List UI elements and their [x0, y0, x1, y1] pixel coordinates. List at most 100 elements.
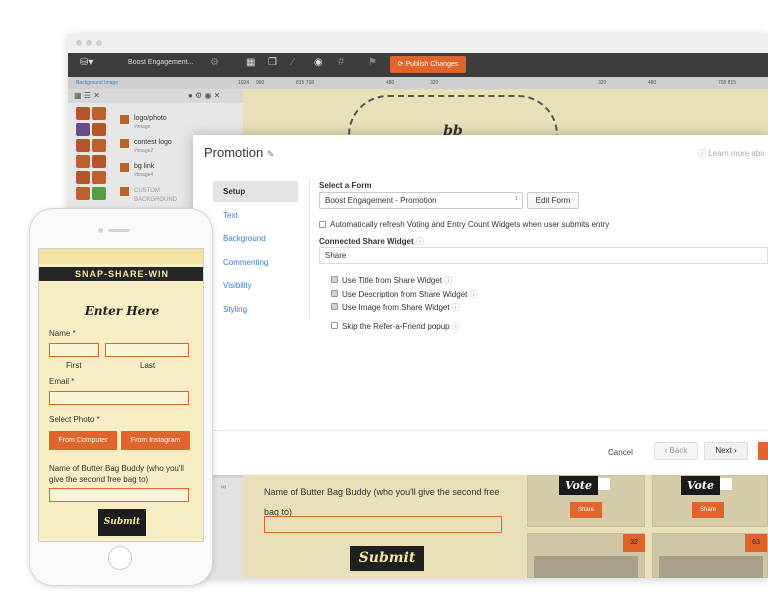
entry-photo[interactable]: 63	[652, 533, 768, 578]
speaker-icon	[108, 229, 130, 232]
entry-card[interactable]: Vote Share	[527, 475, 645, 527]
last-name-field[interactable]	[105, 343, 189, 357]
buddy-field[interactable]	[49, 488, 189, 502]
tab-styling[interactable]: Styling	[213, 299, 298, 320]
learn-more-text: Learn more abo	[708, 149, 765, 158]
use-description-checkbox[interactable]	[331, 290, 338, 297]
vote-count-badge: 32	[623, 534, 645, 552]
submit-button[interactable]: Submit	[350, 546, 424, 571]
use-title-label: Use Title from Share Widget ⓘ	[342, 276, 453, 285]
form-select-value: Boost Engagement - Promotion	[325, 196, 437, 205]
widget-icon[interactable]	[92, 123, 106, 136]
connected-share-text: Connected Share Widget	[319, 237, 414, 246]
widget-icon[interactable]	[76, 187, 90, 200]
connected-share-label: Connected Share Widget ⓘ	[319, 236, 424, 247]
ruler-label: 768 815	[718, 80, 737, 86]
publish-button[interactable]: ⟳ Publish Changes	[390, 56, 466, 73]
cancel-button[interactable]: Cancel	[608, 448, 633, 457]
promotion-modal: Promotion ✎ ⓘ Learn more abo Setup Text …	[193, 135, 768, 475]
asset-tag: #image2	[134, 148, 154, 154]
enter-here-heading: Enter Here	[84, 304, 160, 318]
tab-background[interactable]: Background	[213, 228, 298, 249]
grid-icon[interactable]: ▦	[246, 57, 255, 68]
widget-icon[interactable]	[76, 139, 90, 152]
skip-refer-checkbox[interactable]	[331, 322, 338, 329]
ruler-label: 1024	[238, 80, 250, 86]
ruler-label: 815 768	[296, 80, 315, 86]
widget-icon[interactable]	[76, 107, 90, 120]
share-button[interactable]: Share	[692, 502, 724, 518]
tab-setup[interactable]: Setup	[213, 181, 298, 202]
page-select[interactable]: Boost Engagement...	[128, 59, 193, 66]
vote-checkbox[interactable]	[598, 478, 610, 490]
vote-checkbox[interactable]	[720, 478, 732, 490]
widget-icon[interactable]	[92, 187, 106, 200]
camera-icon	[98, 228, 103, 233]
tab-visibility[interactable]: Visibility	[213, 275, 298, 296]
widget-icon[interactable]	[76, 155, 90, 168]
image-icon	[120, 187, 129, 196]
view-toggle-icon[interactable]: ▦ ☰ ✕	[74, 91, 100, 100]
widget-icon[interactable]	[92, 171, 106, 184]
help-icon[interactable]: ⓘ	[416, 237, 424, 246]
phone-header	[39, 249, 203, 264]
use-image-checkbox[interactable]	[331, 303, 338, 310]
select-form-label: Select a Form	[319, 181, 372, 190]
back-button[interactable]: ‹ Back	[654, 442, 698, 460]
modal-footer-divider	[193, 430, 768, 431]
auto-refresh-checkbox[interactable]	[319, 221, 326, 228]
asset-name: logo/photo	[134, 115, 167, 122]
email-label: Email *	[49, 377, 75, 386]
finish-button[interactable]	[758, 442, 768, 460]
widget-icon[interactable]	[76, 171, 90, 184]
layers-icon[interactable]: ❐	[268, 57, 277, 68]
entry-photo[interactable]: 32	[527, 533, 645, 578]
brush-icon[interactable]: ∕	[292, 57, 294, 68]
eye-icon[interactable]: ◉	[314, 57, 323, 68]
hash-icon[interactable]: #	[338, 56, 344, 68]
ruler: Background Image 1024 960 815 768 480 32…	[68, 77, 768, 89]
buddy-field[interactable]	[264, 516, 502, 533]
ruler-label: 960	[256, 80, 265, 86]
entry-card[interactable]: Vote Share	[652, 475, 768, 527]
pencil-icon[interactable]: ✎	[267, 149, 275, 159]
email-field[interactable]	[49, 391, 189, 405]
tab-text[interactable]: Text	[213, 205, 298, 226]
database-icon[interactable]: ⛁▾	[80, 57, 93, 68]
ruler-label: 480	[386, 80, 395, 86]
auto-refresh-label: Automatically refresh Voting and Entry C…	[330, 220, 610, 229]
share-widget-select[interactable]: Share	[319, 247, 768, 264]
from-computer-button[interactable]: From Computer	[49, 431, 117, 450]
help-icon: ⓘ	[698, 149, 709, 158]
panel-title: Background Image	[76, 80, 118, 86]
next-button[interactable]: Next ›	[704, 442, 748, 460]
select-photo-label: Select Photo *	[49, 415, 100, 424]
gear-icon[interactable]: ⚙	[210, 57, 219, 68]
entry-image	[659, 556, 763, 578]
ruler-label: 320	[598, 80, 607, 86]
form-select[interactable]: Boost Engagement - Promotion ↕	[319, 192, 523, 209]
panel-actions-icon[interactable]: ● ⚙ ◉ ✕	[188, 91, 220, 100]
link-icon[interactable]: ∞	[221, 484, 226, 491]
widget-icon[interactable]	[76, 123, 90, 136]
widget-icon[interactable]	[92, 155, 106, 168]
widget-icon[interactable]	[92, 139, 106, 152]
edit-form-button[interactable]: Edit Form	[527, 192, 579, 209]
submit-button[interactable]: Submit	[98, 509, 146, 536]
widget-icon[interactable]	[92, 107, 106, 120]
bookmark-icon[interactable]: ⚑	[368, 57, 377, 68]
home-button[interactable]	[108, 546, 132, 570]
modal-title-text: Promotion	[204, 145, 264, 160]
from-instagram-button[interactable]: From Instagram	[121, 431, 190, 450]
share-button[interactable]: Share	[570, 502, 602, 518]
skip-refer-label: Skip the Refer-a-Friend popup ⓘ	[342, 322, 460, 331]
learn-more-link[interactable]: ⓘ Learn more abo	[698, 148, 765, 159]
tab-commenting[interactable]: Commenting	[213, 252, 298, 273]
window-dot-icon[interactable]	[96, 40, 102, 46]
window-dot-icon[interactable]	[86, 40, 92, 46]
vote-label: Vote	[559, 476, 598, 495]
window-dot-icon[interactable]	[76, 40, 82, 46]
buddy-question: Name of Butter Bag Buddy (who you'll giv…	[49, 464, 184, 484]
use-title-checkbox[interactable]	[331, 276, 338, 283]
first-name-field[interactable]	[49, 343, 99, 357]
